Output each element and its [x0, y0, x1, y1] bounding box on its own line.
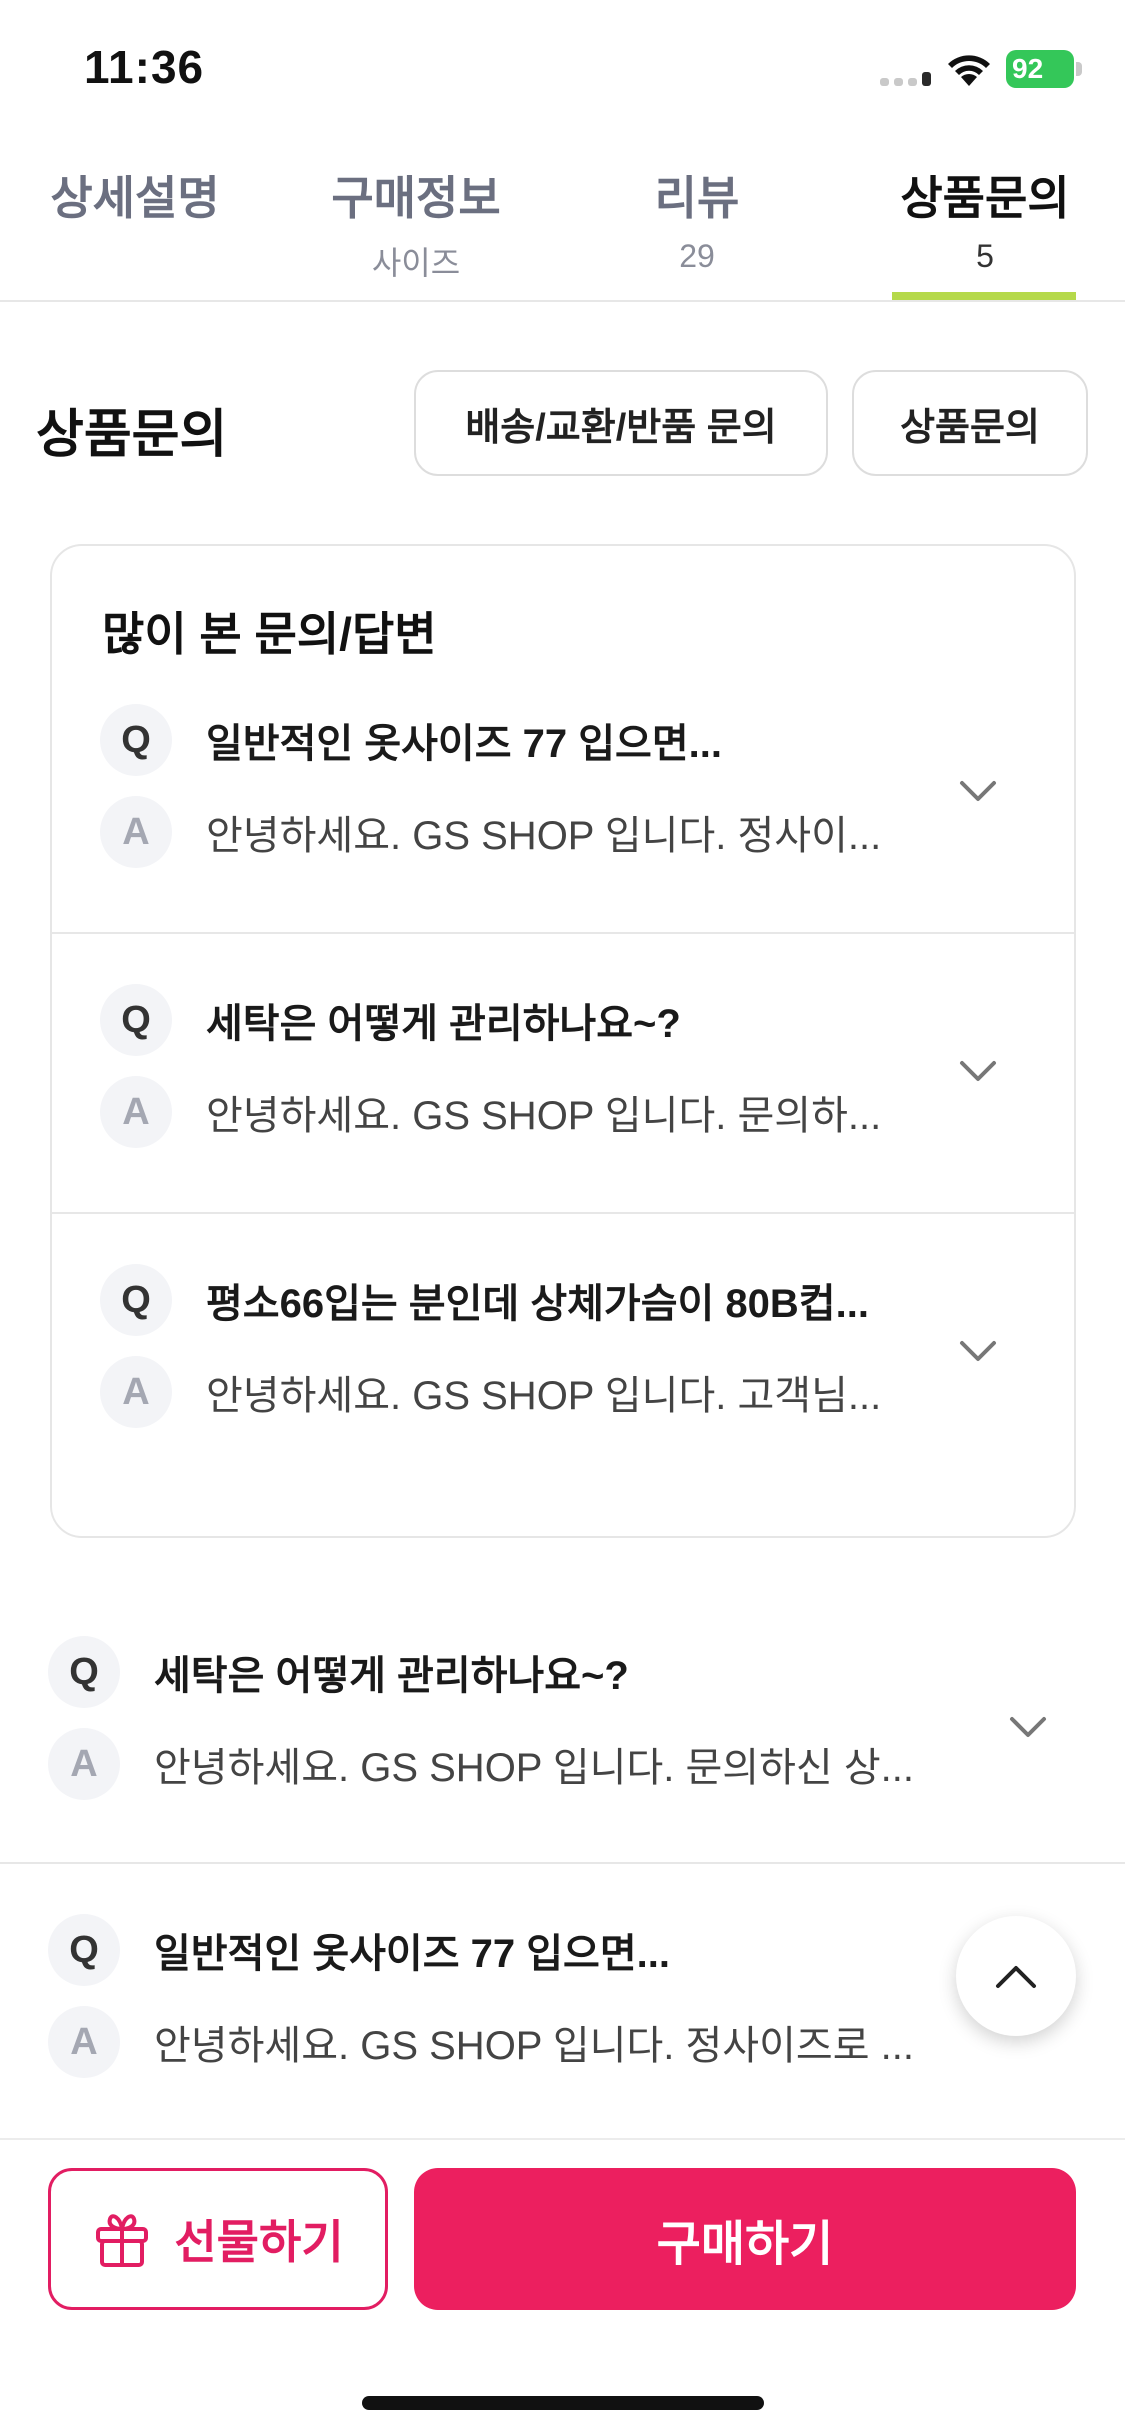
- tab-product-inquiry[interactable]: 상품문의 5: [880, 150, 1090, 300]
- question-badge: Q: [100, 704, 172, 776]
- buy-button[interactable]: 구매하기: [414, 2168, 1076, 2310]
- answer-badge: A: [48, 1728, 120, 1800]
- gift-icon: [96, 2214, 149, 2267]
- answer-text: 안녕하세요. GS SHOP 입니다. 고객님...: [206, 1374, 882, 1418]
- active-tab-indicator: [892, 292, 1076, 300]
- popular-qa-item[interactable]: Q 일반적인 옷사이즈 77 입으면... A 안녕하세요. GS SHOP 입…: [52, 678, 1074, 958]
- question-badge: Q: [100, 1264, 172, 1336]
- tab-label: 리뷰: [654, 172, 740, 224]
- gift-button[interactable]: 선물하기: [48, 2168, 388, 2310]
- chevron-down-icon[interactable]: [958, 1058, 998, 1084]
- question-text: 일반적인 옷사이즈 77 입으면...: [154, 1932, 670, 1976]
- chevron-down-icon[interactable]: [958, 1338, 998, 1364]
- list-item[interactable]: Q 일반적인 옷사이즈 77 입으면... A 안녕하세요. GS SHOP 입…: [0, 1898, 1125, 2178]
- gift-button-label: 선물하기: [174, 2216, 344, 2268]
- question-badge: Q: [48, 1636, 120, 1708]
- chevron-down-icon[interactable]: [1008, 1714, 1048, 1740]
- question-badge: Q: [48, 1914, 120, 1986]
- tab-label: 상품문의: [900, 172, 1070, 224]
- review-count: 29: [679, 238, 715, 274]
- scroll-to-top-button[interactable]: [956, 1916, 1076, 2036]
- battery-icon: 92: [1006, 50, 1082, 88]
- question-text: 일반적인 옷사이즈 77 입으면...: [206, 722, 722, 766]
- answer-badge: A: [48, 2006, 120, 2078]
- battery-level: 92: [1012, 53, 1044, 84]
- product-inquiry-button[interactable]: 상품문의: [852, 370, 1088, 476]
- divider: [0, 1862, 1125, 1864]
- popular-qa-title: 많이 본 문의/답변: [102, 608, 437, 660]
- home-indicator: [362, 2396, 764, 2410]
- popular-qa-card: 많이 본 문의/답변 Q 일반적인 옷사이즈 77 입으면... A 안녕하세요…: [50, 544, 1076, 1538]
- question-text: 세탁은 어떻게 관리하나요~?: [154, 1654, 629, 1698]
- answer-badge: A: [100, 1076, 172, 1148]
- tab-sublabel: 사이즈: [371, 245, 461, 281]
- section-title: 상품문의: [36, 406, 228, 464]
- answer-badge: A: [100, 1356, 172, 1428]
- status-time: 11:36: [84, 41, 205, 93]
- answer-text: 안녕하세요. GS SHOP 입니다. 정사이즈로 ...: [154, 2024, 914, 2068]
- answer-badge: A: [100, 796, 172, 868]
- answer-text: 안녕하세요. GS SHOP 입니다. 문의하신 상...: [154, 1746, 914, 1790]
- divider: [52, 932, 1074, 934]
- question-text: 세탁은 어떻게 관리하나요~?: [206, 1002, 681, 1046]
- tab-label: 구매정보: [331, 172, 501, 224]
- tab-label: 상세설명: [50, 172, 220, 224]
- tab-detail[interactable]: 상세설명: [30, 150, 240, 300]
- list-item[interactable]: Q 세탁은 어떻게 관리하나요~? A 안녕하세요. GS SHOP 입니다. …: [0, 1620, 1125, 1900]
- question-text: 평소66입는 분인데 상체가슴이 80B컵...: [206, 1282, 869, 1326]
- inquiry-count: 5: [976, 238, 994, 274]
- shipping-inquiry-button[interactable]: 배송/교환/반품 문의: [414, 370, 828, 476]
- wifi-icon: [948, 55, 990, 86]
- answer-text: 안녕하세요. GS SHOP 입니다. 정사이...: [206, 814, 882, 858]
- chevron-down-icon[interactable]: [958, 778, 998, 804]
- product-inquiry-screen: 11:36 92 상세설명 구매정보 사이즈 리뷰 29 상품문의 5 상품문의…: [0, 0, 1125, 2436]
- popular-qa-item[interactable]: Q 평소66입는 분인데 상체가슴이 80B컵... A 안녕하세요. GS S…: [52, 1238, 1074, 1518]
- divider: [52, 1212, 1074, 1214]
- answer-text: 안녕하세요. GS SHOP 입니다. 문의하...: [206, 1094, 882, 1138]
- popular-qa-item[interactable]: Q 세탁은 어떻게 관리하나요~? A 안녕하세요. GS SHOP 입니다. …: [52, 958, 1074, 1238]
- status-bar: 11:36 92: [0, 0, 1125, 140]
- tab-reviews[interactable]: 리뷰 29: [617, 150, 777, 300]
- product-tabs: 상세설명 구매정보 사이즈 리뷰 29 상품문의 5: [0, 150, 1125, 302]
- cellular-signal-icon: [880, 70, 934, 86]
- tab-purchase-info[interactable]: 구매정보 사이즈: [316, 150, 516, 300]
- question-badge: Q: [100, 984, 172, 1056]
- chevron-up-icon: [996, 1966, 1036, 1988]
- bottom-action-bar: 선물하기 구매하기: [0, 2138, 1125, 2436]
